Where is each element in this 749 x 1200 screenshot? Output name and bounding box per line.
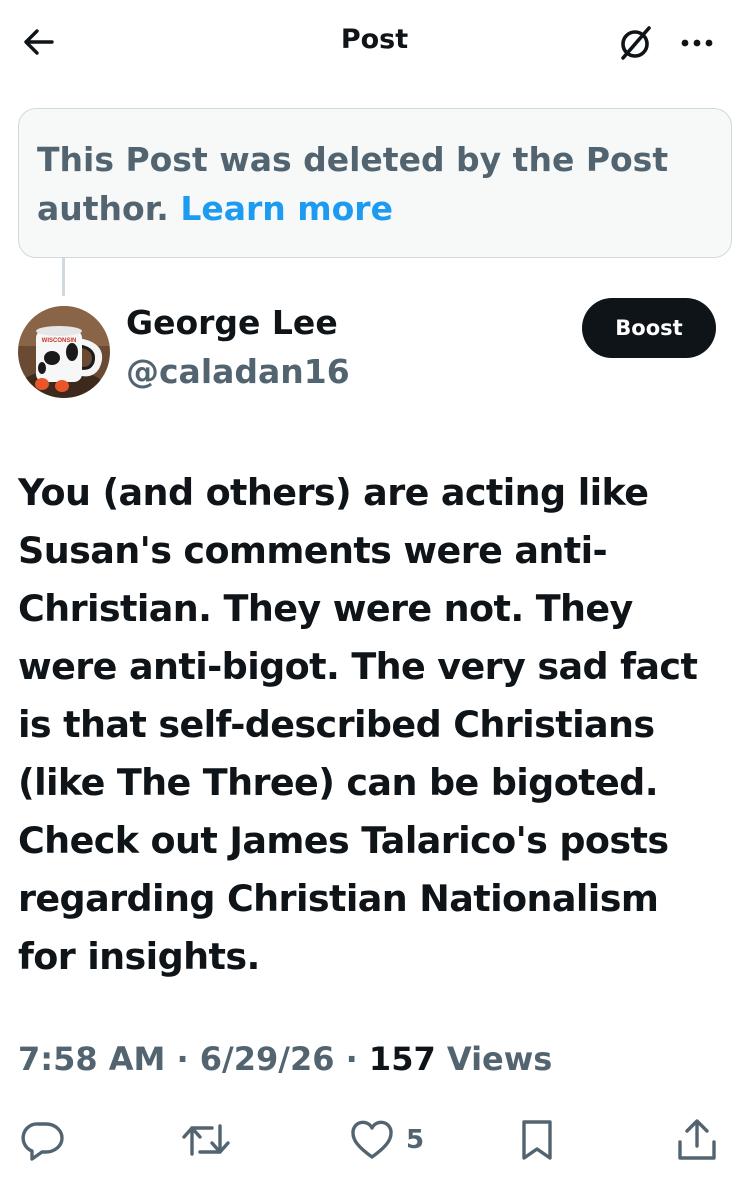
reply-button[interactable] xyxy=(18,1112,66,1168)
learn-more-link[interactable]: Learn more xyxy=(180,189,393,228)
post-meta: 7:58 AM · 6/29/26 · 157 Views xyxy=(18,1040,552,1078)
share-icon xyxy=(678,1119,716,1160)
meta-separator: · xyxy=(176,1040,189,1078)
like-count: 5 xyxy=(406,1125,425,1155)
grok-button[interactable] xyxy=(614,22,656,64)
avatar[interactable]: WISCONSIN xyxy=(18,306,110,398)
heart-icon xyxy=(351,1120,393,1159)
action-bar: 5 xyxy=(0,1108,749,1178)
post-date: 6/29/26 xyxy=(199,1040,335,1078)
reply-icon xyxy=(21,1122,64,1161)
top-bar: Post xyxy=(0,0,749,86)
share-button[interactable] xyxy=(674,1112,720,1168)
more-horizontal-icon xyxy=(681,39,713,47)
bookmark-button[interactable] xyxy=(516,1112,558,1168)
bookmark-icon xyxy=(522,1120,552,1160)
author-handle[interactable]: @caladan16 xyxy=(126,352,350,391)
repost-icon xyxy=(182,1124,230,1156)
deleted-post-notice: This Post was deleted by the Post author… xyxy=(18,108,732,258)
thread-connector-line xyxy=(62,258,65,296)
post-time: 7:58 AM xyxy=(18,1040,166,1078)
mug-text: WISCONSIN xyxy=(42,338,77,344)
post-text: You (and others) are acting like Susan's… xyxy=(18,471,698,978)
cow-mug-avatar: WISCONSIN xyxy=(18,306,110,398)
repost-button[interactable] xyxy=(180,1112,232,1168)
boost-button[interactable]: Boost xyxy=(582,298,716,358)
meta-separator: · xyxy=(345,1040,358,1078)
like-button[interactable]: 5 xyxy=(348,1112,424,1168)
grok-icon xyxy=(621,26,651,60)
author-display-name[interactable]: George Lee xyxy=(126,303,338,342)
views-label[interactable]: Views xyxy=(447,1040,552,1078)
views-count[interactable]: 157 xyxy=(369,1040,436,1078)
more-button[interactable] xyxy=(676,26,718,60)
